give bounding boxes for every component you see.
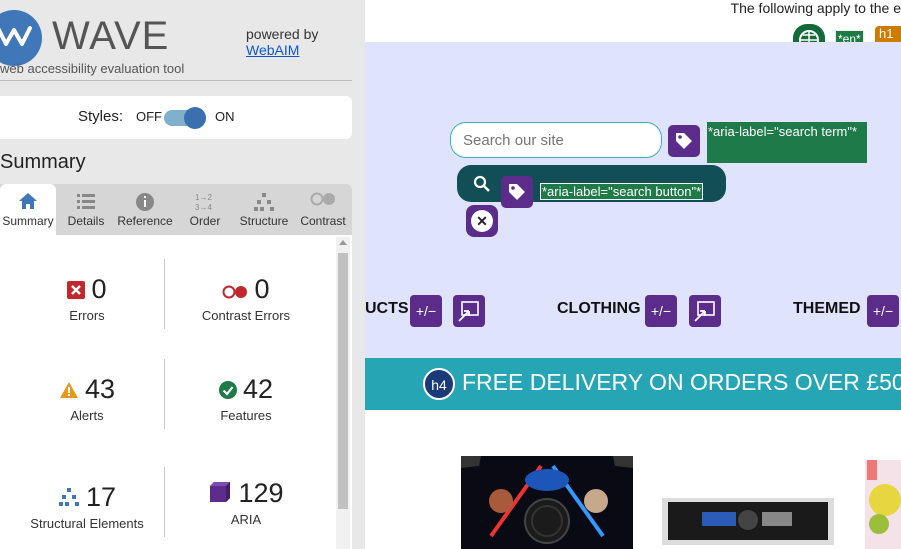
contrast-error-icon — [222, 275, 248, 306]
aria-label-search-button[interactable]: *aria-label="search button"* — [540, 183, 704, 200]
structural-count: 17 — [85, 482, 117, 512]
features-count: 42 — [242, 374, 274, 404]
alerts-label: Alerts — [70, 408, 104, 424]
search-icon — [473, 175, 491, 198]
tab-label: Order — [189, 214, 221, 228]
divider — [164, 259, 165, 329]
stat-features[interactable]: 42 Features — [171, 374, 321, 423]
tab-order[interactable]: 1→2 3→4 Order — [182, 184, 228, 235]
svg-text:3→4: 3→4 — [195, 203, 212, 212]
svg-text:1→2: 1→2 — [195, 193, 212, 202]
aria-count: 129 — [238, 478, 284, 508]
stat-aria[interactable]: 129 ARIA — [171, 478, 321, 527]
powered-by: powered by WebAIM — [246, 26, 318, 58]
aria-popup-icon[interactable] — [689, 295, 721, 327]
divider — [164, 467, 165, 537]
tab-label: Reference — [117, 214, 173, 228]
wave-logo-icon — [0, 10, 42, 66]
aria-tag-icon[interactable] — [668, 125, 700, 157]
error-icon — [67, 275, 86, 306]
tab-structure[interactable]: Structure — [236, 184, 292, 235]
divider — [164, 359, 165, 429]
stat-alerts[interactable]: 43 Alerts — [12, 374, 162, 423]
tab-label: Contrast — [300, 214, 346, 228]
stat-errors[interactable]: 0 Errors — [12, 274, 162, 323]
stat-contrast-errors[interactable]: 0 Contrast Errors — [171, 274, 321, 323]
nav-item-clothing[interactable]: CLOTHING — [557, 300, 641, 318]
home-icon — [0, 192, 56, 214]
alert-icon — [59, 375, 79, 406]
scroll-up-arrow-icon[interactable] — [339, 240, 347, 245]
styles-off-label: OFF — [136, 109, 162, 124]
tab-bar: Summary Details Reference 1→2 3→4 Order S… — [0, 184, 352, 235]
tab-label: Details — [67, 214, 105, 228]
webaim-link[interactable]: WebAIM — [246, 42, 318, 58]
errors-label: Errors — [69, 308, 105, 324]
hierarchy-icon — [236, 192, 292, 214]
aria-expanded-icon[interactable]: +/− — [867, 295, 899, 327]
product-image-oreo-box[interactable] — [461, 456, 633, 549]
summary-panel: 0 Errors 0 Contrast Errors 43 Alerts 42 … — [0, 235, 352, 549]
order-icon: 1→2 3→4 — [182, 192, 228, 214]
feature-check-icon — [218, 375, 237, 406]
styles-label: Styles: — [78, 108, 124, 125]
promo-banner: h4 FREE DELIVERY ON ORDERS OVER £50! — [365, 358, 901, 410]
aria-expanded-icon[interactable]: +/− — [410, 295, 442, 327]
wave-sidebar: WAVE web accessibility evaluation tool p… — [0, 0, 365, 549]
tab-contrast[interactable]: Contrast — [296, 184, 350, 235]
tab-label: Summary — [2, 214, 54, 228]
wave-tagline: web accessibility evaluation tool — [0, 61, 185, 76]
nav-item-themed[interactable]: THEMED — [793, 300, 861, 318]
h4-badge[interactable]: h4 — [423, 368, 455, 400]
product-image-pokemon[interactable] — [865, 460, 901, 549]
product-image-oreo-pack[interactable] — [662, 498, 834, 549]
list-icon — [60, 192, 112, 214]
structure-icon — [58, 483, 80, 514]
styles-on-label: ON — [215, 109, 235, 124]
aria-cube-icon — [208, 479, 232, 510]
summary-heading: Summary — [0, 151, 86, 173]
features-label: Features — [220, 408, 272, 424]
page-preview: The following apply to the e *en* h1 *ar… — [365, 0, 901, 549]
toggle-knob — [184, 107, 206, 129]
tab-label: Structure — [239, 214, 289, 228]
structural-label: Structural Elements — [30, 516, 144, 532]
wave-logo-text: WAVE — [52, 14, 170, 58]
close-icon[interactable]: ✕ — [466, 205, 498, 237]
panel-scrollbar[interactable] — [336, 237, 350, 549]
divider — [0, 80, 352, 81]
tab-reference[interactable]: Reference — [114, 184, 176, 235]
nav-item-products[interactable]: UCTS — [365, 300, 409, 318]
contrast-errors-label: Contrast Errors — [201, 308, 291, 324]
contrast-errors-count: 0 — [254, 274, 270, 304]
aria-label: ARIA — [230, 512, 262, 528]
alerts-count: 43 — [84, 374, 116, 404]
search-input[interactable] — [450, 122, 662, 158]
tab-details[interactable]: Details — [60, 184, 112, 235]
promo-text: FREE DELIVERY ON ORDERS OVER £50! — [462, 369, 901, 395]
doc-info-note: The following apply to the e — [730, 0, 901, 16]
aria-expanded-icon[interactable]: +/− — [645, 295, 677, 327]
info-icon — [114, 192, 176, 214]
stat-structural[interactable]: 17 Structural Elements — [12, 482, 162, 531]
contrast-icon — [296, 192, 350, 214]
scrollbar-thumb[interactable] — [338, 253, 348, 509]
aria-label-search-term[interactable]: *aria-label="search term"* — [707, 122, 867, 163]
close-glyph: ✕ — [471, 210, 493, 232]
styles-toggle[interactable] — [164, 107, 206, 129]
aria-tag-icon[interactable] — [501, 176, 533, 208]
aria-popup-icon[interactable] — [453, 295, 485, 327]
powered-by-text: powered by — [246, 26, 319, 42]
styles-toggle-box: Styles: OFF ON — [0, 96, 352, 139]
errors-count: 0 — [91, 274, 107, 304]
tab-summary[interactable]: Summary — [0, 184, 56, 235]
